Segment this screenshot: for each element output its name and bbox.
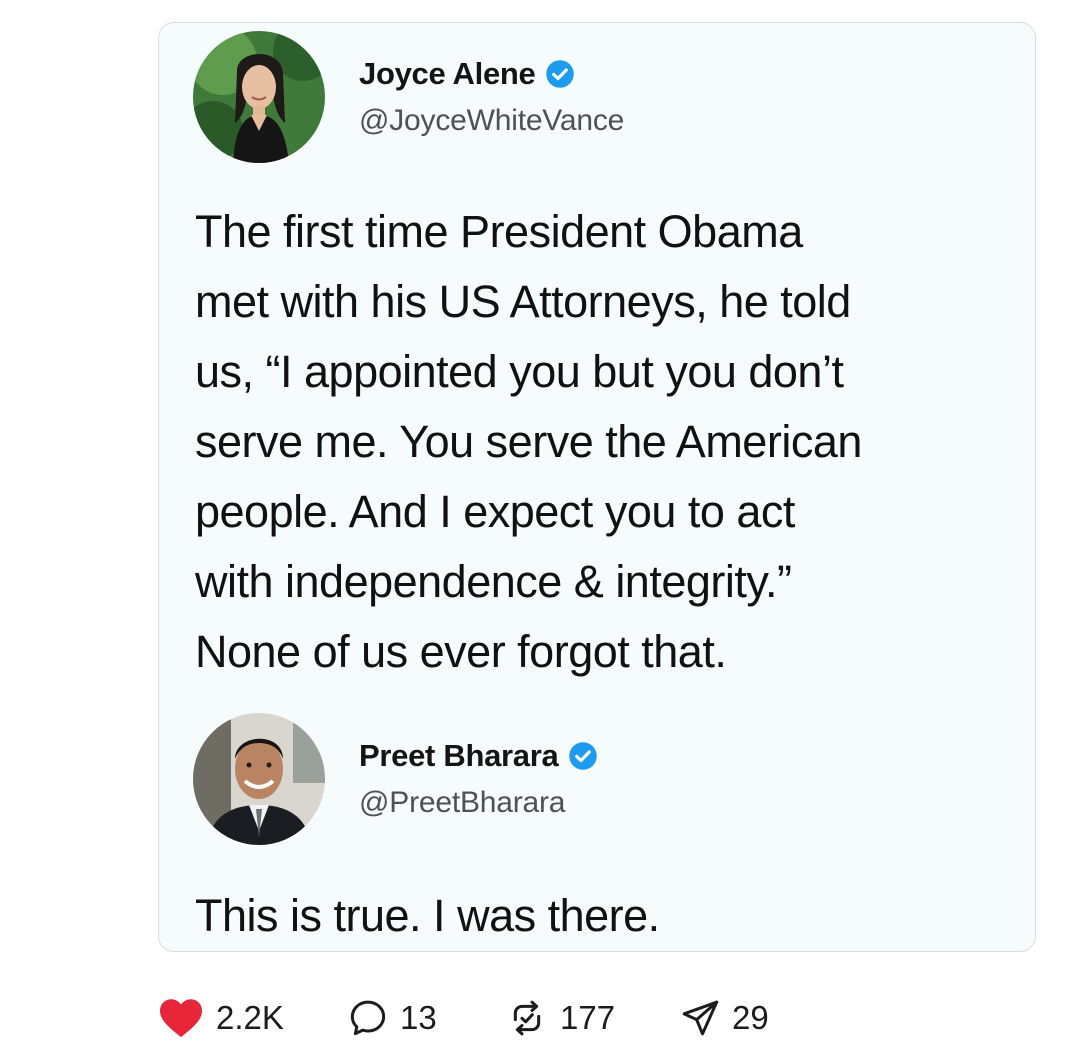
verified-badge-icon <box>546 60 575 88</box>
author-block-preet: Preet Bharara @PreetBharara <box>359 738 598 820</box>
tweet-header-joyce: Joyce Alene @JoyceWhiteVance <box>193 31 624 163</box>
embedded-tweet-screenshot[interactable]: Joyce Alene @JoyceWhiteVance The first t… <box>158 22 1036 952</box>
avatar-preet[interactable] <box>193 713 325 845</box>
avatar-joyce-image <box>193 31 325 163</box>
repost-count: 177 <box>560 999 616 1036</box>
verified-badge-icon <box>569 742 598 770</box>
heart-icon <box>160 999 202 1038</box>
avatar-preet-image <box>193 713 325 845</box>
reply-bubble-icon <box>350 1000 386 1036</box>
reply-button[interactable]: 13 <box>348 998 506 1038</box>
tweet-text-preet: This is true. I was there. <box>195 890 660 941</box>
handle-preet[interactable]: @PreetBharara <box>359 786 598 820</box>
tweet-header-preet: Preet Bharara @PreetBharara <box>193 713 598 845</box>
tweet-text-joyce: The first time President Obama met with … <box>195 206 862 677</box>
share-button[interactable]: 29 <box>680 998 800 1038</box>
engagement-bar: 2.2K 13 177 29 <box>158 990 800 1046</box>
like-count: 2.2K <box>216 999 284 1036</box>
post-view: Joyce Alene @JoyceWhiteVance The first t… <box>0 0 1080 1056</box>
author-block-joyce: Joyce Alene @JoyceWhiteVance <box>359 56 624 138</box>
display-name-preet[interactable]: Preet Bharara <box>359 738 559 774</box>
reply-count: 13 <box>400 999 437 1036</box>
repost-button[interactable]: 177 <box>506 998 680 1038</box>
avatar-joyce[interactable] <box>193 31 325 163</box>
repost-icon <box>513 1000 541 1036</box>
name-row-joyce: Joyce Alene <box>359 56 624 92</box>
display-name-joyce[interactable]: Joyce Alene <box>359 56 536 92</box>
name-row-preet: Preet Bharara <box>359 738 598 774</box>
send-icon <box>682 1000 719 1036</box>
like-button[interactable]: 2.2K <box>158 997 348 1039</box>
handle-joyce[interactable]: @JoyceWhiteVance <box>359 104 624 138</box>
share-count: 29 <box>732 999 769 1036</box>
